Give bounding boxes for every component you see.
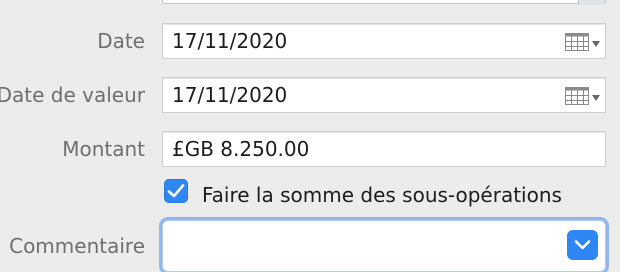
amount-label: Montant [62,137,145,161]
value-date-value[interactable]: 17/11/2020 [172,83,287,107]
comment-dropdown-button[interactable] [567,230,598,260]
calendar-caret-icon[interactable] [592,41,600,47]
calendar-grid-icon[interactable] [565,33,589,51]
date-value[interactable]: 17/11/2020 [172,29,287,53]
comment-label: Commentaire [9,234,145,258]
amount-field[interactable]: £GB 8.250.00 [162,131,606,167]
amount-value[interactable]: £GB 8.250.00 [172,137,309,161]
calendar-grid-icon[interactable] [565,87,589,105]
date-field[interactable]: 17/11/2020 [162,23,606,59]
comment-combobox[interactable] [162,220,606,272]
value-date-label: Date de valeur [0,83,145,107]
previous-field[interactable] [162,0,606,5]
previous-field-button[interactable] [578,0,605,5]
chevron-down-icon [574,240,591,250]
sum-suboperations-label[interactable]: Faire la somme des sous-opérations [202,183,562,207]
value-date-field[interactable]: 17/11/2020 [162,77,606,113]
sum-suboperations-checkbox[interactable] [164,179,188,203]
checkmark-icon [167,184,185,198]
date-label: Date [97,29,145,53]
calendar-caret-icon[interactable] [592,95,600,101]
